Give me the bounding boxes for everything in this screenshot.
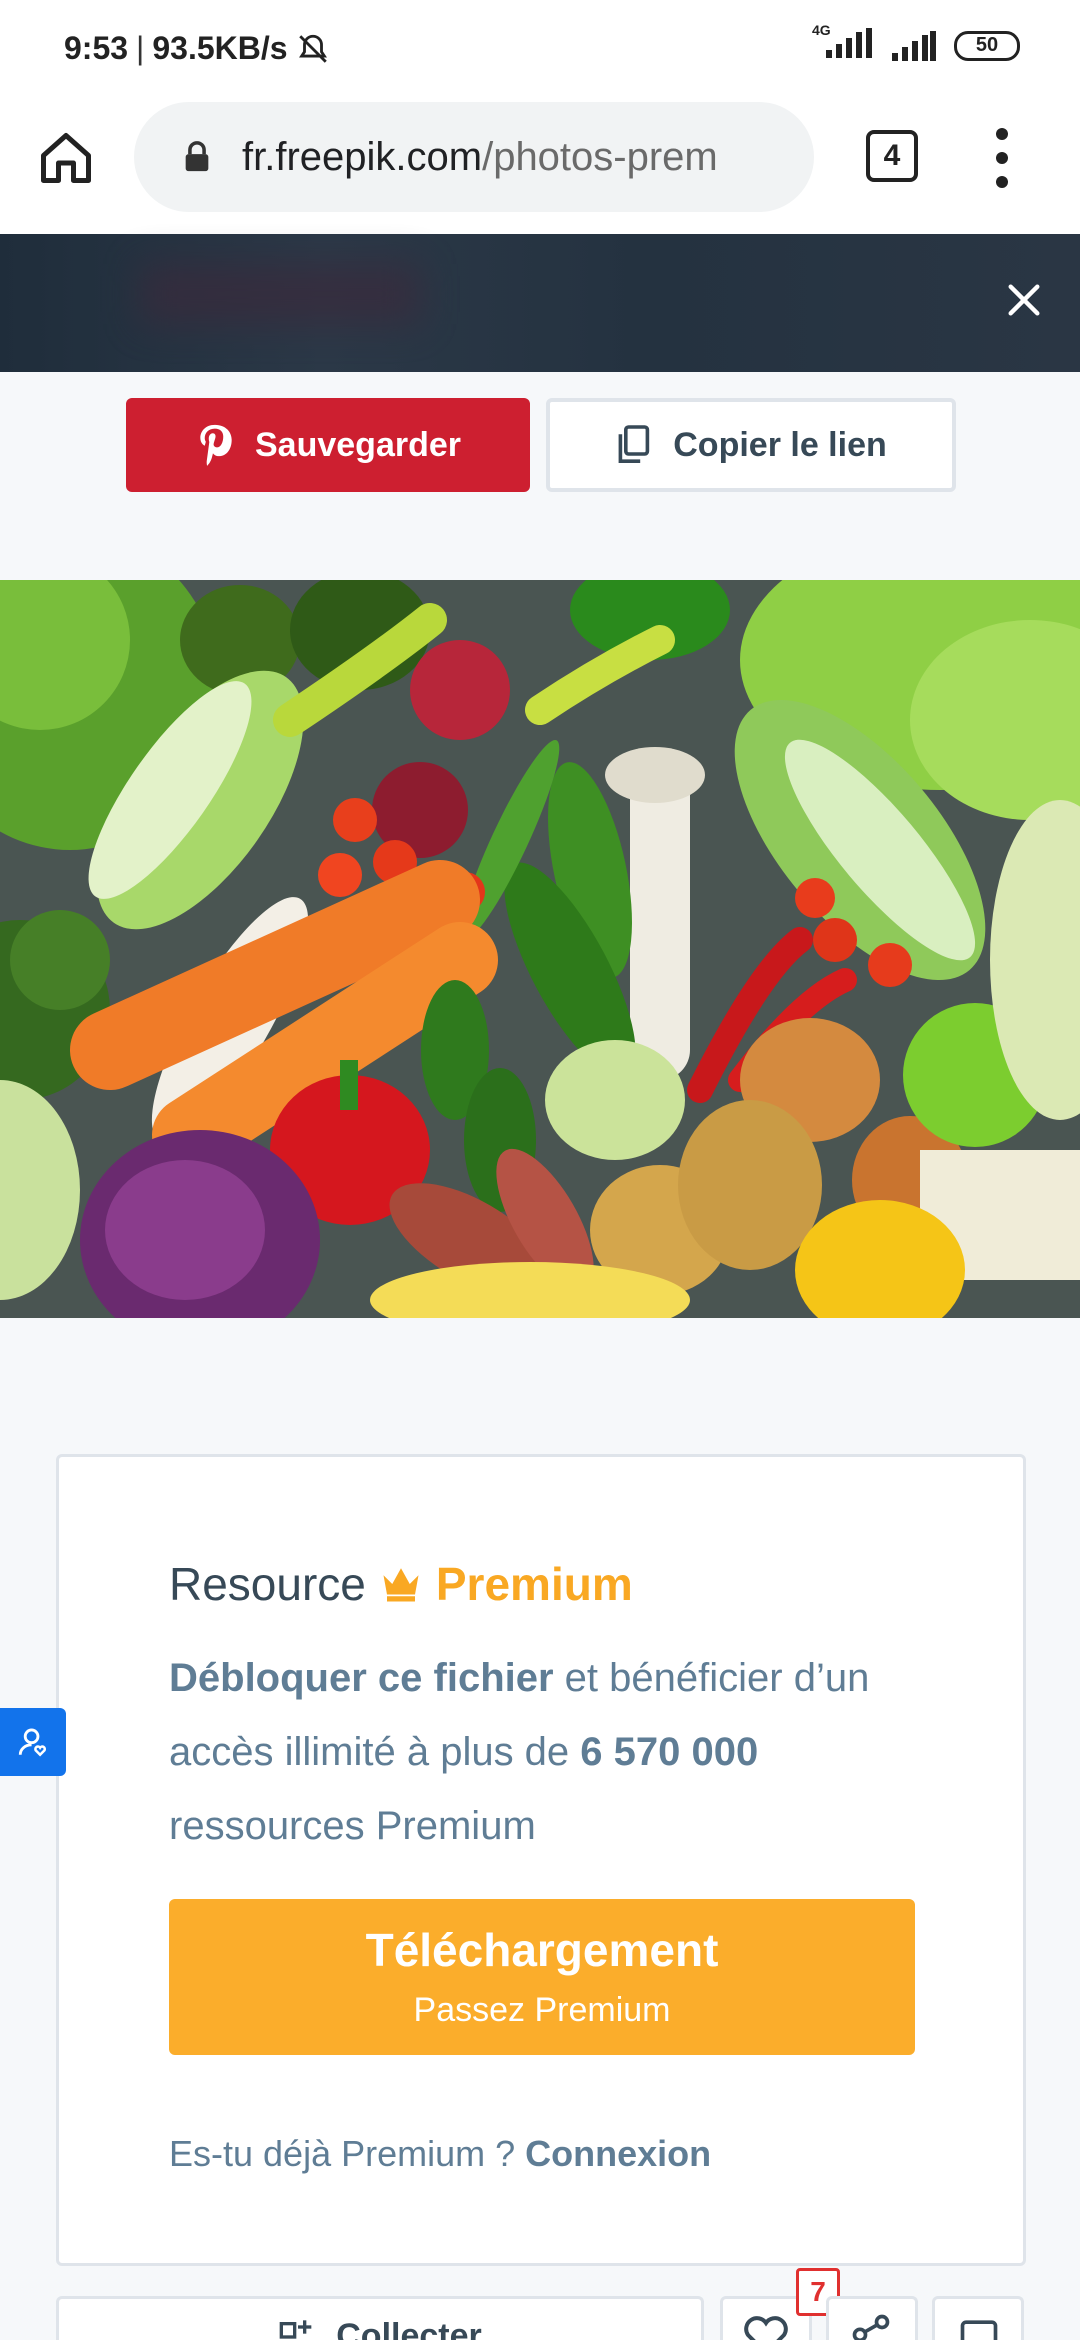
- status-left: 9:53 | 93.5KB/s: [64, 30, 330, 67]
- crown-icon: [383, 1568, 419, 1602]
- lock-icon: [185, 141, 209, 172]
- pinterest-icon: [200, 424, 232, 466]
- ad-banner: [0, 234, 1080, 372]
- network-type: 4G: [812, 22, 831, 38]
- vegetables-photo[interactable]: [0, 580, 1080, 1318]
- download-subtitle: Passez Premium: [413, 1991, 671, 2029]
- close-icon[interactable]: [1004, 280, 1044, 320]
- bottom-actions: Collecter 7: [56, 2268, 1026, 2340]
- signal-icon-1: 4G: [812, 22, 874, 63]
- status-time: 9:53: [64, 30, 129, 66]
- status-bar: 9:53 | 93.5KB/s 4G 50: [0, 0, 1080, 100]
- premium-card: Resource Premium Débloquer ce fichier et…: [56, 1454, 1026, 2266]
- user-heart-icon: [18, 1728, 47, 1757]
- download-title: Téléchargement: [365, 1924, 719, 1976]
- bell-off-icon: [298, 34, 327, 63]
- pinterest-save-label: Sauvegarder: [255, 425, 461, 464]
- copy-link-button[interactable]: Copier le lien: [546, 398, 956, 492]
- card-title: Resource Premium: [169, 1557, 633, 1611]
- card-description: Débloquer ce fichier et bénéficier d’un …: [169, 1641, 949, 1863]
- share-row: Sauvegarder Copier le lien: [126, 398, 956, 492]
- desc-text-2: ressources Premium: [169, 1804, 536, 1848]
- status-right: 4G 50: [812, 22, 1020, 63]
- signal-icon-2: [892, 30, 936, 61]
- feedback-tab[interactable]: [0, 1708, 66, 1776]
- copy-link-label: Copier le lien: [673, 425, 887, 464]
- tab-switcher-button[interactable]: 4: [866, 130, 918, 182]
- collect-button[interactable]: Collecter: [56, 2296, 704, 2340]
- address-bar[interactable]: fr.freepik.com/photos-prem: [134, 102, 814, 212]
- battery-icon: 50: [954, 30, 1020, 61]
- share-button[interactable]: [826, 2296, 918, 2340]
- vegetables-illustration: [0, 580, 1080, 1318]
- title-prefix: Resource: [169, 1558, 366, 1610]
- copy-icon: [618, 425, 650, 463]
- embed-icon: [960, 2320, 998, 2340]
- browser-menu-icon[interactable]: [990, 128, 1014, 188]
- title-premium: Premium: [435, 1558, 633, 1610]
- browser-toolbar: fr.freepik.com/photos-prem 4: [0, 100, 1080, 234]
- pinterest-save-button[interactable]: Sauvegarder: [126, 398, 530, 492]
- share-icon: [852, 2314, 890, 2340]
- login-prompt: Es-tu déjà Premium ? Connexion: [169, 2133, 711, 2175]
- more-button[interactable]: [932, 2296, 1024, 2340]
- collect-label: Collecter: [336, 2317, 482, 2340]
- heart-icon: [744, 2316, 788, 2340]
- home-icon[interactable]: [36, 128, 96, 188]
- status-speed: 93.5KB/s: [152, 30, 288, 66]
- desc-bold-2: 6 570 000: [580, 1730, 759, 1774]
- url-text: fr.freepik.com/photos-prem: [242, 135, 802, 180]
- download-premium-button[interactable]: Téléchargement Passez Premium: [169, 1899, 915, 2055]
- url-path: /photos-prem: [482, 134, 718, 179]
- url-domain: fr.freepik.com: [242, 134, 483, 179]
- collection-add-icon: [279, 2320, 312, 2339]
- desc-bold-1: Débloquer ce fichier: [169, 1656, 554, 1700]
- login-link[interactable]: Connexion: [525, 2133, 711, 2174]
- login-question: Es-tu déjà Premium ?: [169, 2133, 526, 2174]
